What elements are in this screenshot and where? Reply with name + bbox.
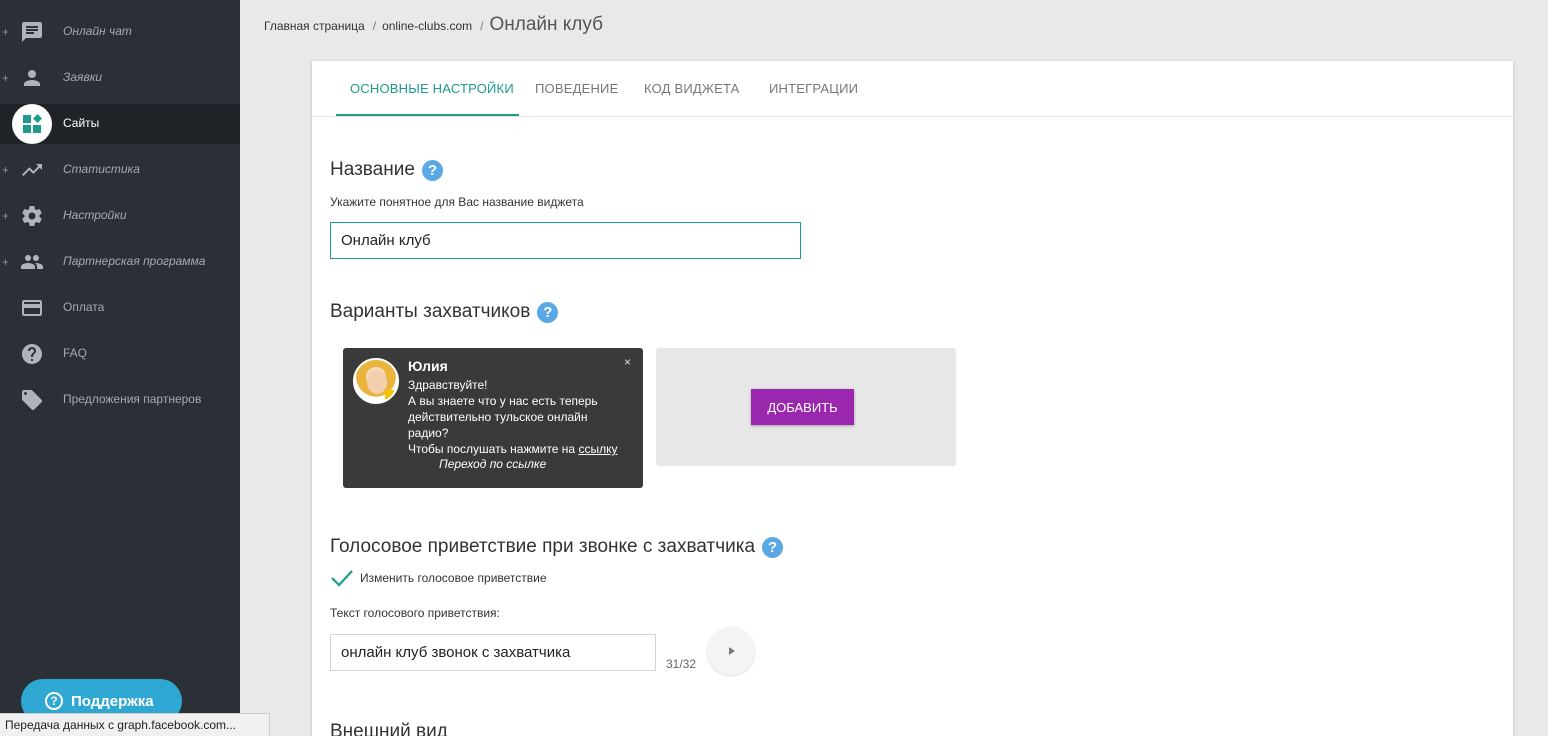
- play-icon: [729, 647, 735, 655]
- message-line: радио?: [408, 426, 449, 440]
- help-icon[interactable]: ?: [537, 301, 559, 323]
- sidebar-item-label: Оплата: [63, 300, 105, 314]
- close-icon[interactable]: ×: [624, 355, 631, 369]
- breadcrumb-current: Онлайн клуб: [489, 14, 603, 35]
- help-circle-icon: [22, 344, 42, 364]
- section-title-text: Голосовое приветствие при звонке с захва…: [330, 536, 756, 557]
- avatar-badge: [385, 390, 395, 400]
- breadcrumb-home[interactable]: Главная страница: [264, 19, 365, 33]
- goto-link-label[interactable]: Переход по ссылке: [439, 457, 546, 471]
- sidebar-item-sites[interactable]: Сайты: [0, 104, 240, 144]
- sidebar-item-payment[interactable]: Оплата: [0, 288, 240, 328]
- play-button[interactable]: [707, 627, 755, 675]
- message-line: Чтобы послушать нажмите на ссылку: [408, 441, 617, 457]
- char-counter: 31/32: [666, 657, 697, 671]
- dashboard-icon: [23, 114, 42, 133]
- checkmark-icon[interactable]: [330, 568, 354, 588]
- support-label: Поддержка: [71, 692, 154, 710]
- grabbers-section-title: Варианты захватчиков ?: [330, 301, 559, 323]
- message-link[interactable]: ссылку: [578, 442, 617, 456]
- tab-widget-code[interactable]: КОД ВИДЖЕТА: [644, 81, 740, 96]
- message-text: Чтобы послушать нажмите на: [408, 442, 579, 456]
- section-title-text: Варианты захватчиков: [330, 301, 531, 322]
- expand-plus[interactable]: +: [2, 255, 9, 269]
- name-hint: Укажите понятное для Вас название виджет…: [330, 195, 584, 209]
- tab-behavior[interactable]: ПОВЕДЕНИЕ: [535, 81, 618, 96]
- person-icon: [24, 70, 40, 86]
- sidebar-item-faq[interactable]: FAQ: [0, 334, 240, 374]
- settings-card: ОСНОВНЫЕ НАСТРОЙКИ ПОВЕДЕНИЕ КОД ВИДЖЕТА…: [312, 61, 1513, 736]
- tag-icon: [22, 390, 42, 410]
- avatar: [353, 358, 399, 404]
- expand-plus[interactable]: +: [2, 71, 9, 85]
- tab-integrations[interactable]: ИНТЕГРАЦИИ: [769, 81, 858, 96]
- tab-main-settings[interactable]: ОСНОВНЫЕ НАСТРОЙКИ: [350, 81, 514, 96]
- operator-name: Юлия: [408, 358, 448, 374]
- sidebar-item-label: Настройки: [63, 208, 127, 222]
- tab-bar: ОСНОВНЫЕ НАСТРОЙКИ ПОВЕДЕНИЕ КОД ВИДЖЕТА…: [312, 61, 1513, 117]
- message-line: А вы знаете что у нас есть теперь: [408, 394, 598, 408]
- breadcrumb-separator: /: [480, 19, 484, 33]
- expand-plus[interactable]: +: [2, 25, 9, 39]
- section-title-text: Название: [330, 159, 415, 180]
- section-title-text: Внешний вид: [330, 721, 448, 736]
- voice-text-label: Текст голосового приветствия:: [330, 606, 500, 620]
- sidebar-item-label: Предложения партнеров: [63, 392, 202, 406]
- sidebar-item-chat[interactable]: + Онлайн чат: [0, 12, 240, 52]
- sidebar-item-stats[interactable]: + Статистика: [0, 150, 240, 190]
- widget-name-input[interactable]: [330, 222, 801, 259]
- voice-greeting-input[interactable]: [330, 634, 656, 671]
- sidebar-item-settings[interactable]: + Настройки: [0, 196, 240, 236]
- add-grabber-box: ДОБАВИТЬ: [656, 348, 956, 466]
- add-button[interactable]: ДОБАВИТЬ: [751, 389, 854, 425]
- people-icon: [21, 255, 43, 269]
- change-voice-checkbox[interactable]: Изменить голосовое приветствие: [330, 568, 547, 588]
- active-tab-indicator: [336, 114, 519, 116]
- appearance-section-title: Внешний вид: [330, 721, 448, 736]
- sidebar-item-label: Заявки: [63, 70, 103, 84]
- help-icon[interactable]: ?: [762, 536, 784, 558]
- name-section-title: Название ?: [330, 159, 443, 181]
- sidebar-item-label: Статистика: [63, 162, 140, 176]
- sidebar-item-label: FAQ: [63, 346, 88, 360]
- sidebar-item-partner-program[interactable]: + Партнерская программа: [0, 242, 240, 282]
- grabber-message: Здравствуйте! А вы знаете что у нас есть…: [408, 377, 617, 457]
- browser-status-bar: Передача данных с graph.facebook.com...: [0, 713, 270, 736]
- avatar-face: [367, 370, 387, 394]
- chat-icon: [22, 22, 42, 42]
- expand-plus[interactable]: +: [2, 209, 9, 223]
- gear-icon: [22, 206, 42, 227]
- help-icon: ?: [45, 692, 63, 710]
- sidebar-item-requests[interactable]: + Заявки: [0, 58, 240, 98]
- breadcrumb: Главная страница / online-clubs.com / Он…: [264, 14, 603, 38]
- sidebar-item-label: Партнерская программа: [63, 254, 206, 268]
- checkbox-label: Изменить голосовое приветствие: [360, 571, 547, 585]
- sidebar-item-label: Онлайн чат: [63, 24, 132, 38]
- sidebar-item-label: Сайты: [63, 116, 100, 130]
- expand-plus[interactable]: +: [2, 163, 9, 177]
- credit-card-icon: [22, 300, 42, 316]
- sidebar-item-partner-offers[interactable]: Предложения партнеров: [0, 380, 240, 420]
- grabber-preview[interactable]: Юлия × Здравствуйте! А вы знаете что у н…: [343, 348, 643, 488]
- voice-section-title: Голосовое приветствие при звонке с захва…: [330, 536, 784, 558]
- breadcrumb-site[interactable]: online-clubs.com: [382, 19, 472, 33]
- breadcrumb-separator: /: [372, 19, 377, 33]
- sidebar: + Онлайн чат + Заявки Сайты + Статистика…: [0, 0, 240, 736]
- message-line: действительно тульское онлайн: [408, 410, 588, 424]
- trending-up-icon: [22, 164, 42, 176]
- message-line: Здравствуйте!: [408, 378, 488, 392]
- help-icon[interactable]: ?: [421, 159, 443, 181]
